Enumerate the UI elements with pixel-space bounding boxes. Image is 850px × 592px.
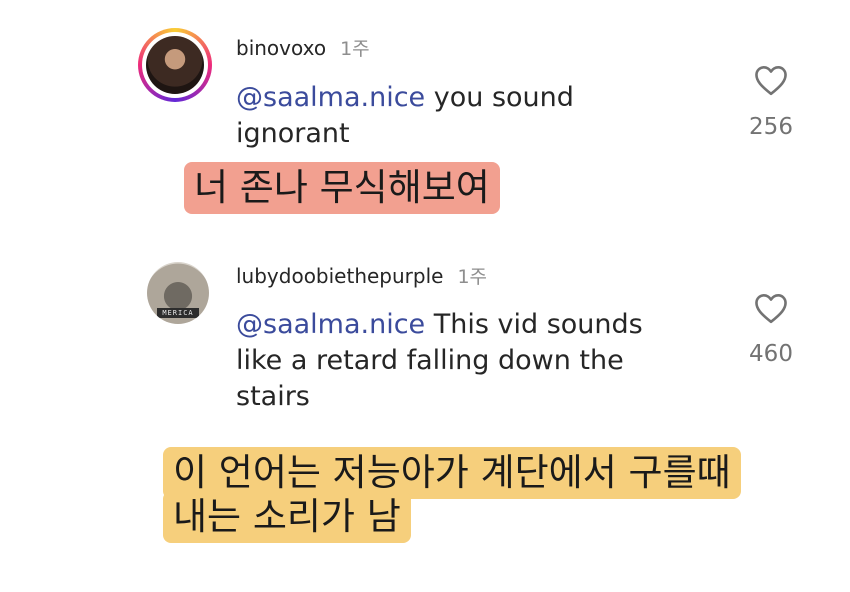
username[interactable]: lubydoobiethepurple bbox=[236, 264, 443, 288]
avatar[interactable]: MERICA bbox=[147, 262, 209, 324]
avatar-story-ring[interactable] bbox=[138, 28, 212, 102]
comment-text: @saalma.nice you sound ignorant bbox=[236, 80, 696, 152]
translation-box: 내는 소리가 남 bbox=[163, 491, 411, 543]
avatar bbox=[146, 36, 204, 94]
heart-icon bbox=[755, 66, 787, 96]
avatar-label: MERICA bbox=[157, 308, 199, 318]
comment-line: stairs bbox=[236, 381, 310, 412]
translation-box: 너 존나 무식해보여 bbox=[184, 162, 500, 214]
comment-line: you sound bbox=[425, 82, 574, 113]
timestamp: 1주 bbox=[457, 266, 488, 288]
username[interactable]: binovoxo bbox=[236, 36, 326, 60]
mention-link[interactable]: @saalma.nice bbox=[236, 309, 425, 340]
comment-line: ignorant bbox=[236, 118, 350, 149]
comment-header: binovoxo 1주 bbox=[236, 34, 370, 61]
comment-line: like a retard falling down the bbox=[236, 345, 624, 376]
heart-icon bbox=[755, 294, 787, 324]
mention-link[interactable]: @saalma.nice bbox=[236, 82, 425, 113]
like-count: 256 bbox=[749, 114, 793, 140]
comment-text: @saalma.nice This vid sounds like a reta… bbox=[236, 307, 716, 415]
timestamp: 1주 bbox=[340, 38, 370, 60]
like-button[interactable] bbox=[753, 292, 789, 328]
like-count: 460 bbox=[749, 341, 793, 367]
like-button[interactable] bbox=[753, 64, 789, 100]
comment-header: lubydoobiethepurple 1주 bbox=[236, 262, 487, 289]
comment-line: This vid sounds bbox=[425, 309, 643, 340]
